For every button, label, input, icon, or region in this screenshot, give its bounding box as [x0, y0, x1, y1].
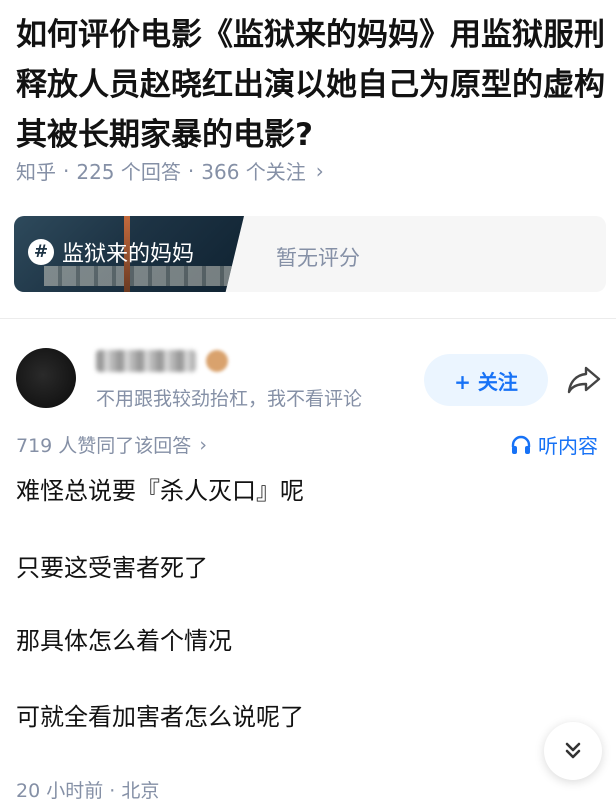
- avatar[interactable]: [16, 348, 76, 408]
- author-badge-icon: [206, 350, 228, 372]
- movie-rating: 暂无评分: [276, 246, 360, 270]
- meta-separator: ·: [187, 158, 195, 183]
- follower-count: 366 个关注: [201, 160, 306, 184]
- share-icon[interactable]: [566, 364, 602, 396]
- follow-button[interactable]: + 关注: [424, 354, 548, 406]
- answer-paragraph: 只要这受害者死了: [16, 554, 208, 582]
- listen-button[interactable]: 听内容: [510, 430, 598, 459]
- answer-paragraph: 难怪总说要『杀人灭口』呢: [16, 477, 304, 505]
- question-title[interactable]: 如何评价电影《监狱来的妈妈》用监狱服刑释放人员赵晓红出演以她自己为原型的虚构其被…: [16, 10, 606, 160]
- author-bio: 不用跟我较劲抬杠，我不看评论: [96, 388, 363, 410]
- collapse-button[interactable]: [544, 722, 602, 780]
- answer-paragraph: 可就全看加害者怎么说呢了: [16, 703, 304, 731]
- author-name[interactable]: [96, 350, 228, 372]
- question-meta[interactable]: 知乎 · 225 个回答 · 366 个关注 ›: [16, 156, 324, 185]
- section-divider: [0, 318, 616, 319]
- source-label: 知乎: [16, 160, 56, 184]
- answer-paragraph: 那具体怎么着个情况: [16, 627, 232, 655]
- vote-count[interactable]: 719 人赞同了该回答 ›: [16, 431, 207, 458]
- meta-separator: ·: [63, 158, 70, 183]
- vote-text: 719 人赞同了该回答: [16, 435, 192, 457]
- double-chevron-down-icon: [565, 742, 581, 759]
- movie-tag-label: 监狱来的妈妈: [62, 242, 195, 267]
- headphones-icon: [511, 435, 531, 454]
- blurred-name: [96, 350, 196, 372]
- listen-label: 听内容: [538, 434, 598, 458]
- hash-icon: #: [28, 239, 54, 265]
- chevron-right-icon: ›: [315, 158, 324, 183]
- movie-card[interactable]: # 监狱来的妈妈 暂无评分: [14, 216, 606, 292]
- answer-timestamp: 20 小时前 · 北京: [16, 780, 160, 802]
- chevron-right-icon: ›: [199, 433, 207, 456]
- answer-count: 225 个回答: [76, 160, 181, 184]
- movie-topic-tag[interactable]: # 监狱来的妈妈: [28, 236, 194, 268]
